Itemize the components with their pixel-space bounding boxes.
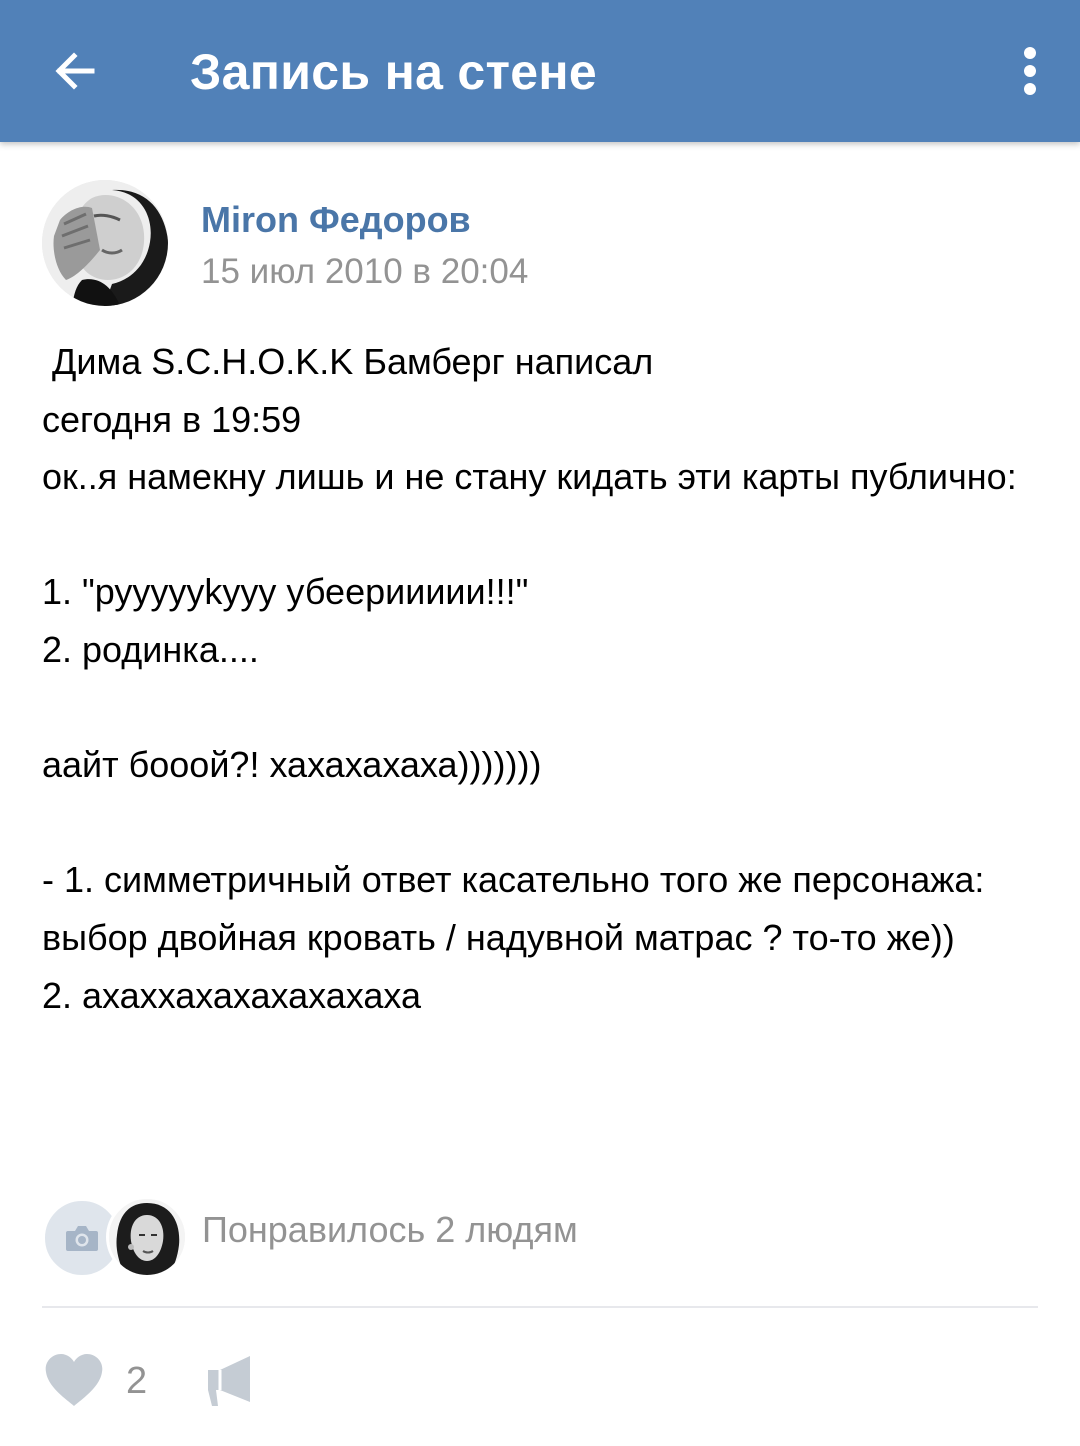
share-button[interactable] xyxy=(206,1354,256,1408)
like-button[interactable]: 2 xyxy=(42,1350,172,1414)
arrow-left-icon xyxy=(55,52,95,90)
likers-avatars[interactable] xyxy=(40,1196,188,1278)
post-text: Дима S.C.H.O.K.K Бамберг написал сегодня… xyxy=(42,341,1017,1016)
camera-icon xyxy=(66,1226,98,1251)
more-vertical-icon xyxy=(1024,47,1036,95)
page-title: Запись на стене xyxy=(190,44,598,100)
top-app-bar: Запись на стене xyxy=(0,0,1080,142)
divider xyxy=(42,1306,1038,1308)
heart-icon xyxy=(45,1354,103,1406)
back-button[interactable] xyxy=(40,36,110,106)
author-name-link[interactable]: Miron Федоров xyxy=(201,198,471,242)
liker-avatar xyxy=(106,1196,188,1278)
author-avatar-image xyxy=(42,180,168,306)
post-date: 15 июл 2010 в 20:04 xyxy=(201,252,529,291)
likes-summary-link[interactable]: Понравилось 2 людям xyxy=(202,1208,578,1252)
like-count: 2 xyxy=(126,1360,148,1402)
author-avatar[interactable] xyxy=(42,180,168,306)
liker-avatar-image xyxy=(109,1199,185,1275)
megaphone-icon xyxy=(208,1356,250,1406)
more-options-button[interactable] xyxy=(1010,36,1050,106)
